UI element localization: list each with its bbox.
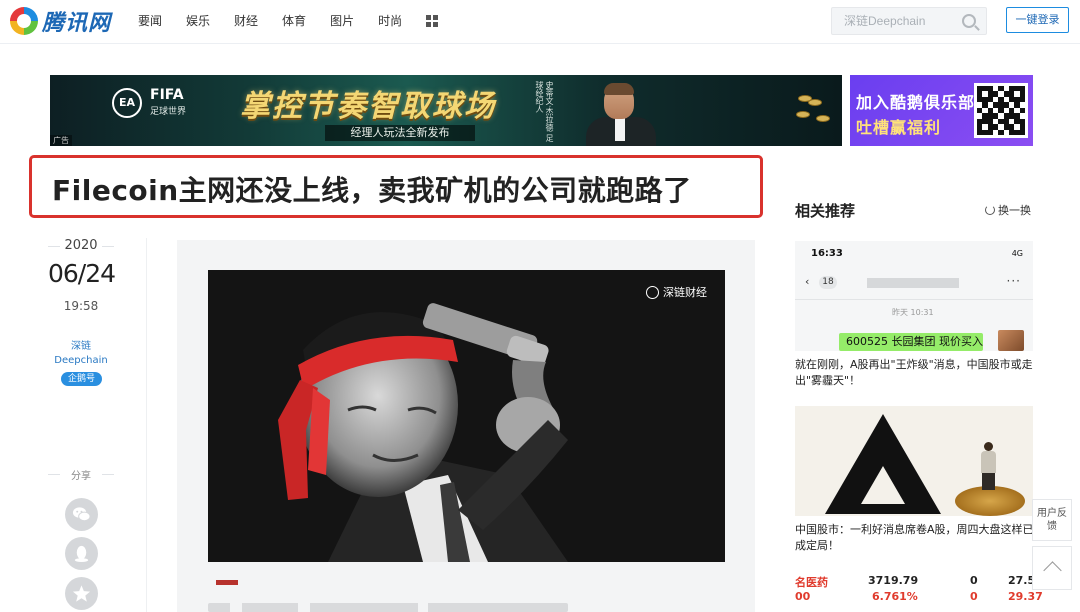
chat-divider	[795, 299, 1033, 300]
nav-item-photos[interactable]: 图片	[330, 12, 354, 30]
nav-item-news[interactable]: 要闻	[138, 12, 162, 30]
triangle-inner	[861, 466, 905, 504]
phone-signal: 4G	[1011, 249, 1023, 258]
stock-row: 名医药 3719.79 0 27.5	[795, 574, 1035, 590]
stock-table: 名医药 3719.79 0 27.5 00 6.761% 0 29.37	[795, 574, 1043, 606]
back-chevron-icon: ‹	[805, 275, 810, 288]
sitting-figure-image	[979, 442, 997, 490]
stock-right: 29.37	[1008, 590, 1043, 603]
stock-price: 6.761%	[872, 590, 918, 603]
swap-label: 换一换	[998, 204, 1031, 217]
nav-item-sports[interactable]: 体育	[282, 12, 306, 30]
photo-watermark: 深链财经	[646, 284, 707, 300]
refresh-icon	[985, 205, 995, 215]
more-grid-icon[interactable]	[426, 15, 439, 27]
logo-icon	[10, 7, 38, 35]
banner2-line2: 吐槽赢福利	[856, 118, 942, 137]
share-label: 分享	[71, 471, 91, 482]
banner-person-image	[582, 83, 662, 146]
top-navbar: 腾讯网 要闻 娱乐 财经 体育 图片 时尚 一键登录	[0, 0, 1080, 44]
back-to-top-button[interactable]	[1032, 546, 1072, 590]
main-nav: 要闻 娱乐 财经 体育 图片 时尚	[138, 12, 439, 30]
section-marker	[216, 580, 238, 585]
nav-item-entertainment[interactable]: 娱乐	[186, 12, 210, 30]
ad-tag: 广告	[50, 135, 72, 146]
share-qzone-button[interactable]	[65, 577, 98, 610]
logo-text: 腾讯网	[42, 11, 112, 36]
watermark-logo-icon	[646, 285, 659, 299]
author-link[interactable]: 深链 Deepchain	[48, 340, 114, 368]
nav-item-fashion[interactable]: 时尚	[378, 12, 402, 30]
search-input[interactable]	[832, 8, 952, 34]
banner-side-text: 史蒂文·杰拉德 足球经纪人	[535, 81, 554, 143]
article-photo[interactable]: 深链财经	[208, 270, 725, 562]
banner-brand: FIFA	[150, 87, 184, 103]
article-title-box: Filecoin主网还没上线，卖我矿机的公司就跑路了	[29, 155, 763, 218]
stock-price: 3719.79	[868, 574, 919, 587]
banner-subtitle: 经理人玩法全新发布	[325, 125, 475, 141]
chat-bubble: 600525 长园集团 现价买入	[839, 333, 983, 351]
ea-sports-logo: EA	[112, 88, 142, 118]
phone-time: 16:33	[811, 248, 843, 259]
author-name-en: Deepchain	[54, 355, 108, 366]
publish-date: 06/24	[48, 259, 116, 288]
share-qq-button[interactable]	[65, 537, 98, 570]
qq-penguin-icon	[74, 545, 89, 563]
banner-coins-image	[792, 91, 832, 131]
stock-mid: 0	[970, 574, 978, 587]
stock-row: 00 6.761% 0 29.37	[795, 590, 1043, 606]
chat-time: 昨天 10:31	[892, 308, 934, 317]
qr-code-icon	[974, 83, 1028, 138]
blurred-contact	[867, 278, 959, 288]
penguin-account-badge: 企鹅号	[61, 372, 102, 386]
ad-banner-club[interactable]: 加入酷鹅俱乐部 吐槽赢福利	[850, 75, 1033, 146]
banner2-line1: 加入酷鹅俱乐部	[856, 93, 976, 112]
coin-pile-image	[955, 486, 1025, 516]
banner-brand-sub: 足球世界	[150, 107, 187, 117]
photo-illustration	[208, 270, 725, 562]
column-divider	[146, 238, 147, 612]
related-item-1-title[interactable]: 就在刚刚，A股再出"王炸级"消息，中国股市或走出"雾霾天"！	[795, 357, 1035, 389]
stock-name: 00	[795, 590, 811, 603]
swap-button[interactable]: 换一换	[985, 202, 1031, 218]
site-logo[interactable]: 腾讯网	[10, 6, 111, 36]
wechat-icon	[72, 507, 91, 522]
star-icon	[72, 585, 91, 602]
more-dots-icon: ···	[1006, 274, 1021, 288]
feedback-button[interactable]: 用户反馈	[1032, 499, 1072, 541]
unread-badge: 18	[819, 276, 837, 289]
search-box	[831, 7, 987, 35]
stock-name: 名医药	[795, 576, 828, 589]
banner-title: 掌控节奏智取球场	[240, 89, 496, 124]
related-title: 相关推荐	[795, 202, 856, 220]
related-image-1[interactable]: 16:33 4G ‹ 18 ··· 昨天 10:31 600525 长园集团 现…	[795, 241, 1033, 351]
article-text-line	[208, 603, 568, 612]
login-button[interactable]: 一键登录	[1006, 7, 1069, 33]
chevron-up-icon	[1043, 561, 1062, 580]
related-item-2-title[interactable]: 中国股市：一利好消息席卷A股，周四大盘这样已成定局！	[795, 522, 1035, 554]
page: 腾讯网 要闻 娱乐 财经 体育 图片 时尚 一键登录 EA FIFA 足球世界 …	[0, 0, 1080, 612]
publish-time: 19:58	[63, 299, 99, 313]
ad-banner-fifa[interactable]: EA FIFA 足球世界 掌控节奏智取球场 经理人玩法全新发布 史蒂文·杰拉德 …	[50, 75, 842, 146]
nav-item-finance[interactable]: 财经	[234, 12, 258, 30]
stock-mid: 0	[970, 590, 978, 603]
share-wechat-button[interactable]	[65, 498, 98, 531]
search-icon[interactable]	[962, 14, 976, 28]
author-name-cn: 深链	[71, 341, 91, 352]
chat-avatar	[998, 330, 1024, 351]
related-image-2[interactable]	[795, 406, 1033, 516]
watermark-text: 深链财经	[663, 286, 707, 299]
publish-year: 2020	[64, 238, 98, 253]
article-title: Filecoin主网还没上线，卖我矿机的公司就跑路了	[52, 174, 692, 207]
